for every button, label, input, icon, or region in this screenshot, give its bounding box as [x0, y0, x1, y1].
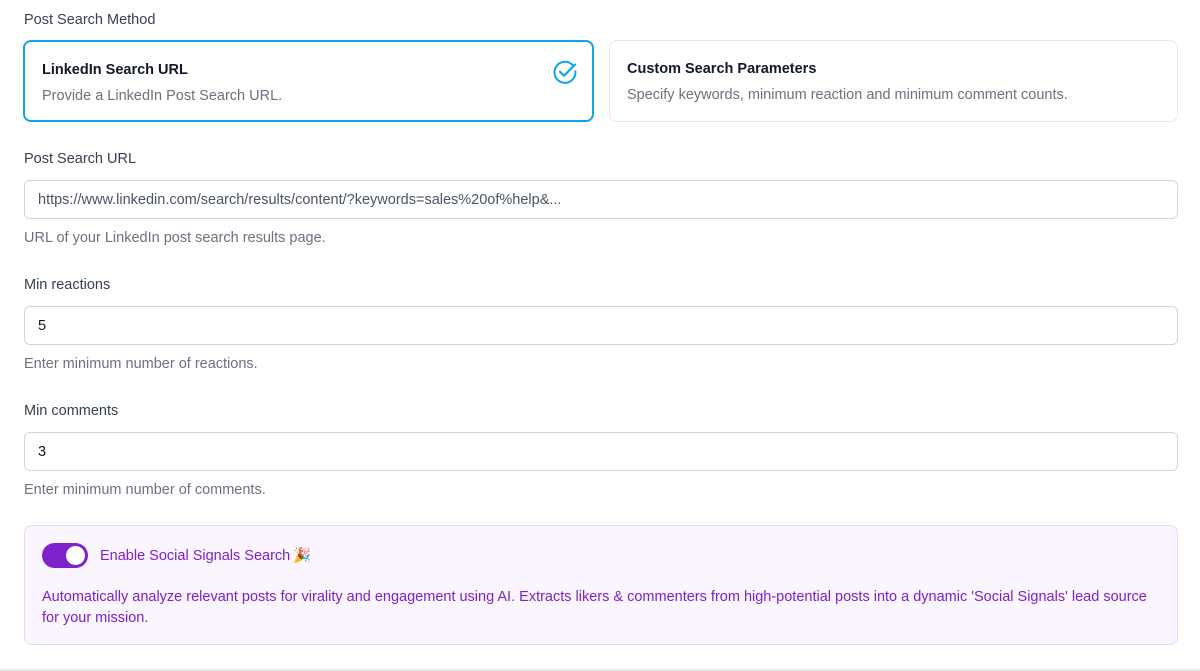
- option-description: Specify keywords, minimum reaction and m…: [627, 87, 1068, 103]
- post-search-url-hint: URL of your LinkedIn post search results…: [24, 230, 326, 246]
- option-title: LinkedIn Search URL: [42, 62, 188, 78]
- party-popper-icon: 🎉: [293, 548, 312, 564]
- post-search-url-label: Post Search URL: [24, 151, 137, 167]
- toggle-knob: [66, 546, 85, 565]
- option-custom-search-parameters[interactable]: Custom Search Parameters Specify keyword…: [609, 40, 1178, 122]
- min-comments-hint: Enter minimum number of comments.: [24, 482, 266, 498]
- social-signals-title-text: Enable Social Signals Search: [100, 548, 291, 564]
- min-comments-input[interactable]: [24, 432, 1178, 471]
- min-reactions-label: Min reactions: [24, 277, 111, 293]
- social-signals-toggle[interactable]: [42, 543, 88, 568]
- option-title: Custom Search Parameters: [627, 61, 817, 77]
- social-signals-description: Automatically analyze relevant posts for…: [42, 589, 1147, 626]
- min-comments-label: Min comments: [24, 403, 119, 419]
- check-circle-icon: [553, 60, 577, 84]
- social-signals-panel: Enable Social Signals Search 🎉 Automatica…: [24, 525, 1178, 645]
- option-description: Provide a LinkedIn Post Search URL.: [42, 88, 283, 104]
- post-search-method-label: Post Search Method: [24, 12, 156, 28]
- min-reactions-input[interactable]: [24, 306, 1178, 345]
- min-reactions-hint: Enter minimum number of reactions.: [24, 356, 258, 372]
- post-search-url-input[interactable]: [24, 180, 1178, 219]
- social-signals-title: Enable Social Signals Search 🎉: [100, 547, 311, 564]
- option-linkedin-search-url[interactable]: LinkedIn Search URL Provide a LinkedIn P…: [23, 40, 594, 122]
